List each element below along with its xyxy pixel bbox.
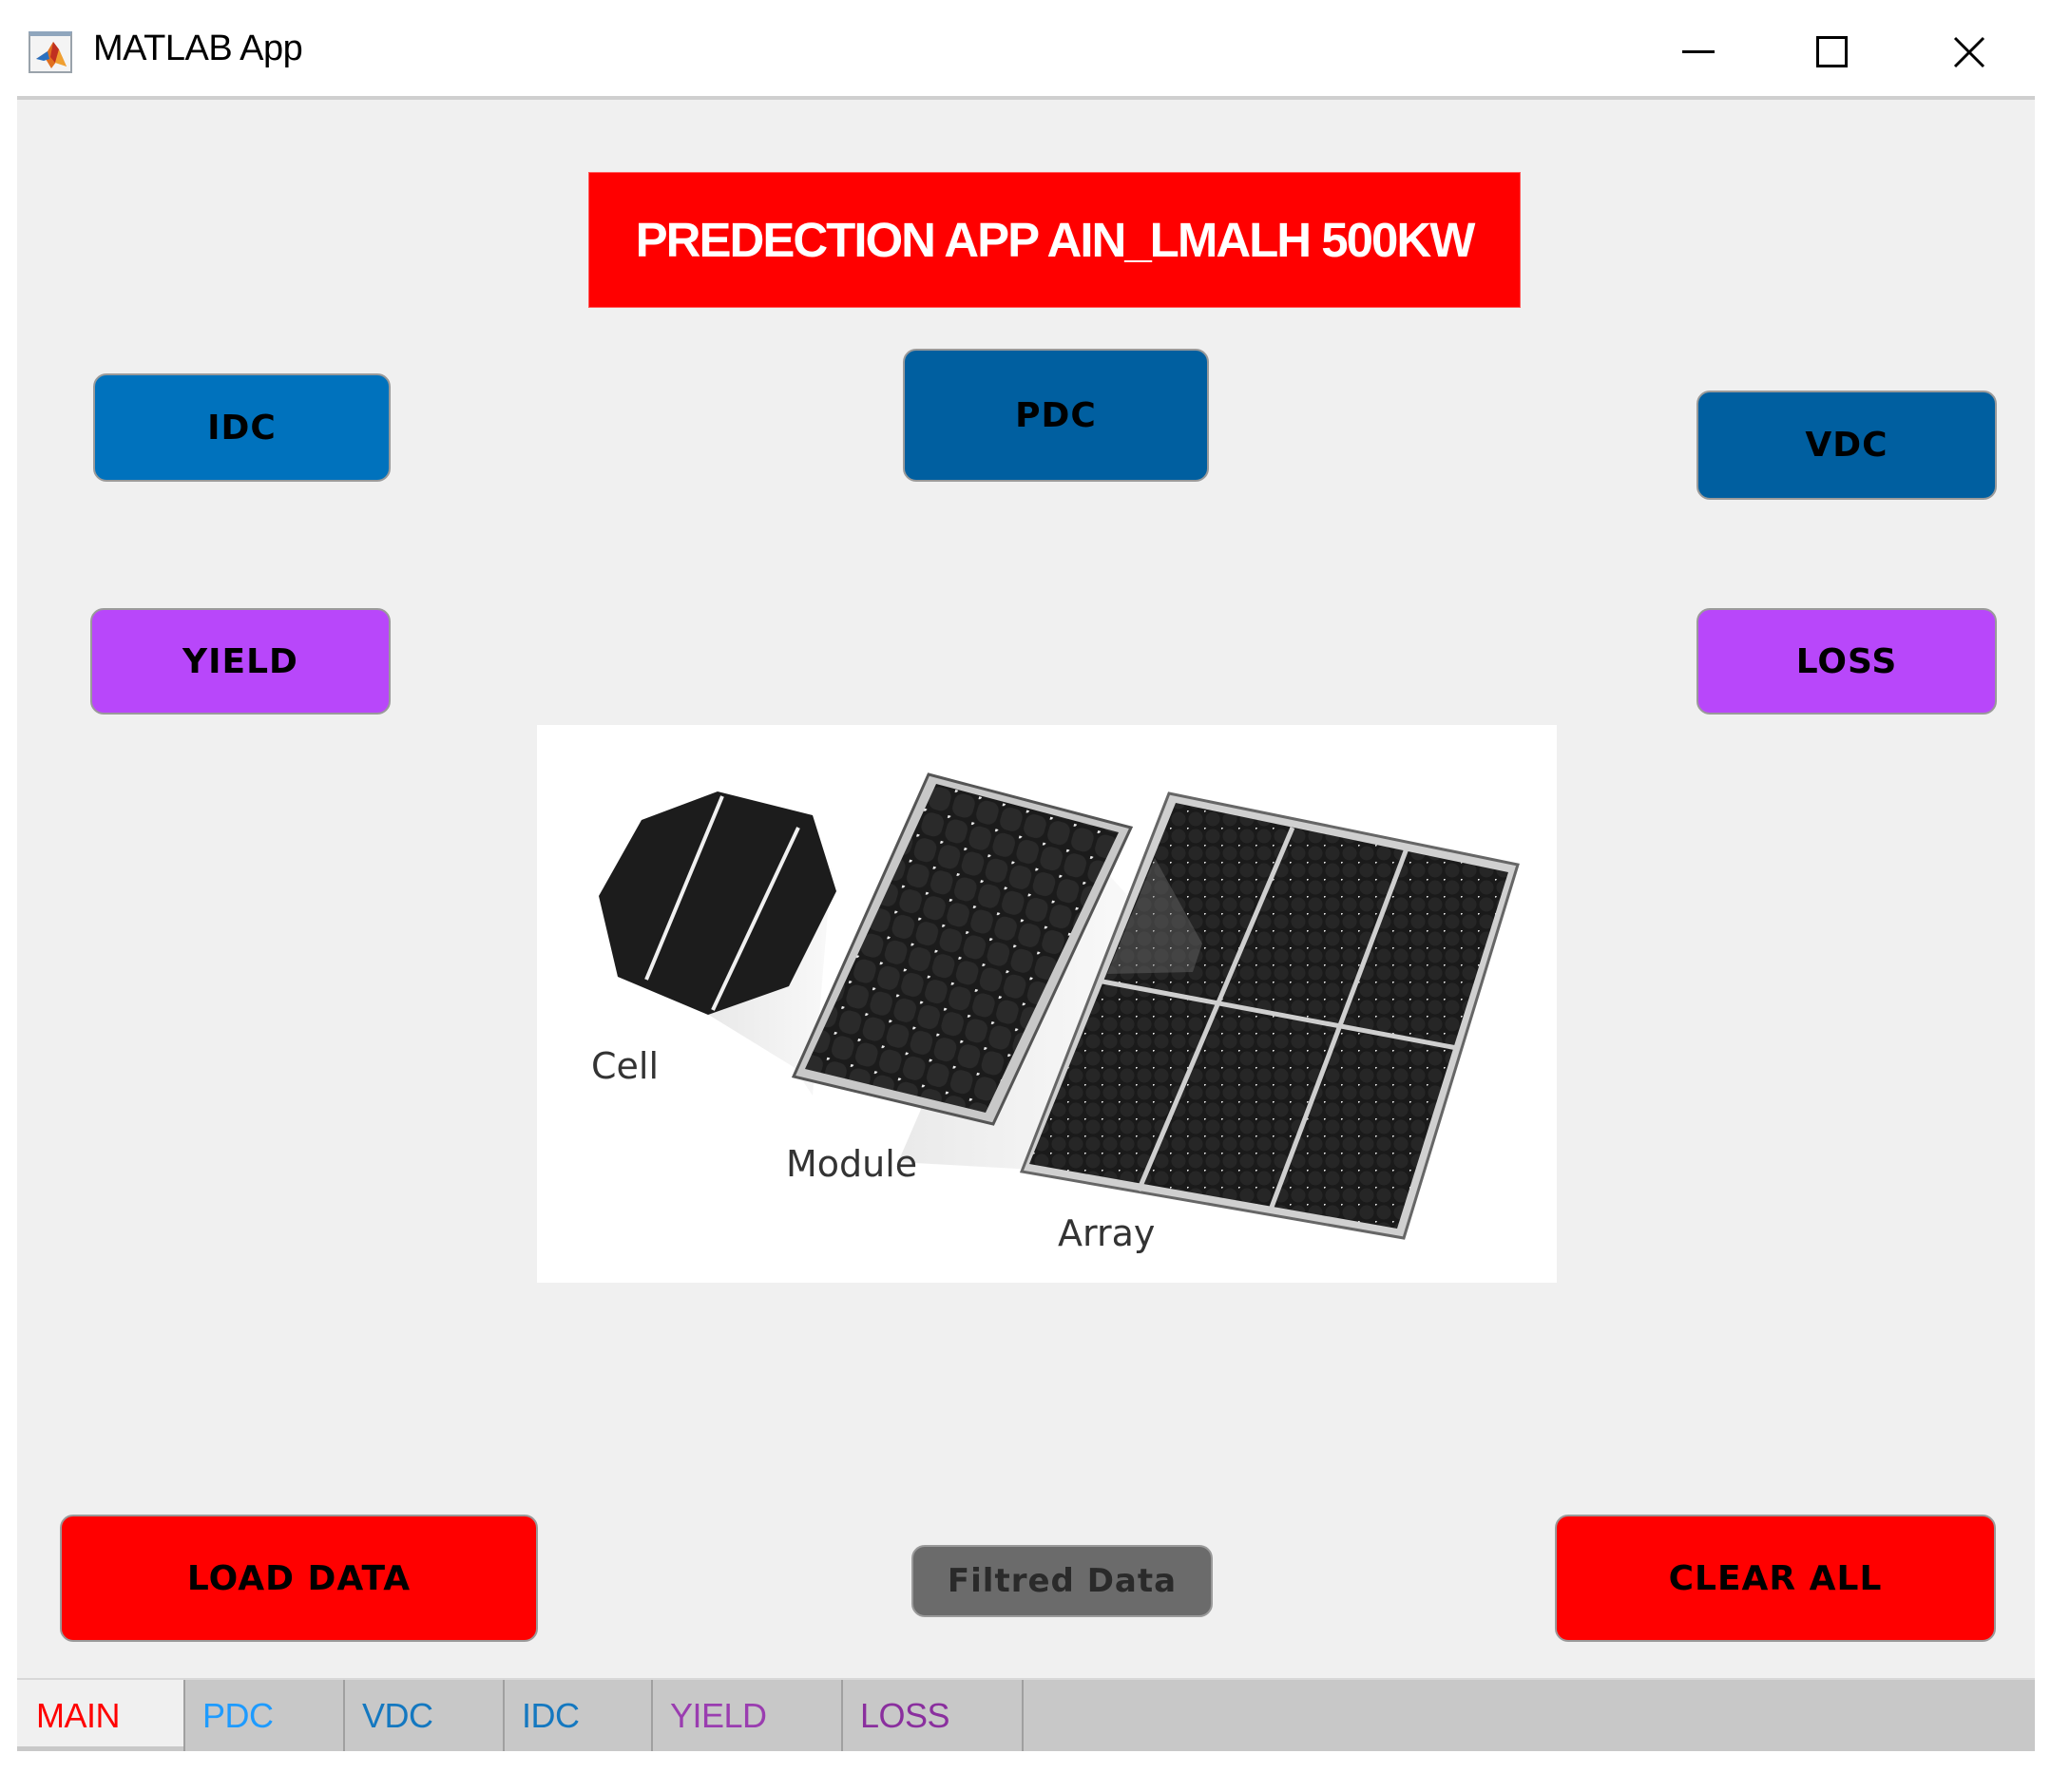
maximize-icon (1816, 36, 1848, 67)
vdc-button[interactable]: VDC (1696, 391, 1997, 500)
maximize-button[interactable] (1799, 19, 1866, 86)
array-label: Array (1058, 1212, 1155, 1254)
tab-loss[interactable]: LOSS (843, 1680, 1024, 1751)
active-tab-underline (17, 1746, 183, 1751)
module-label: Module (786, 1143, 917, 1185)
minimize-button[interactable] (1665, 19, 1732, 86)
tab-pdc[interactable]: PDC (183, 1680, 345, 1751)
load-data-button[interactable]: LOAD DATA (60, 1515, 538, 1642)
tab-yield[interactable]: YIELD (653, 1680, 843, 1751)
cell-label: Cell (591, 1045, 659, 1087)
loss-button[interactable]: LOSS (1696, 608, 1997, 715)
matlab-logo-icon (29, 31, 72, 73)
window-title: MATLAB App (93, 29, 303, 68)
tab-vdc[interactable]: VDC (345, 1680, 505, 1751)
pdc-button[interactable]: PDC (903, 349, 1209, 482)
title-bar: MATLAB App (0, 0, 2051, 97)
tab-main[interactable]: MAIN (17, 1680, 183, 1751)
yield-button[interactable]: YIELD (90, 608, 391, 715)
close-icon (1953, 36, 1985, 68)
idc-button[interactable]: IDC (93, 373, 391, 482)
tab-idc[interactable]: IDC (505, 1680, 653, 1751)
minimize-icon (1682, 50, 1715, 53)
solar-illustration: Cell Module Array (537, 725, 1557, 1283)
tab-bar: MAIN PDC VDC IDC YIELD LOSS (17, 1678, 2035, 1751)
close-button[interactable] (1936, 19, 2003, 86)
filtered-data-button[interactable]: Filtred Data (911, 1545, 1213, 1617)
clear-all-button[interactable]: CLEAR ALL (1555, 1515, 1996, 1642)
app-title-banner: PREDECTION APP AIN_LMALH 500KW (588, 172, 1521, 308)
